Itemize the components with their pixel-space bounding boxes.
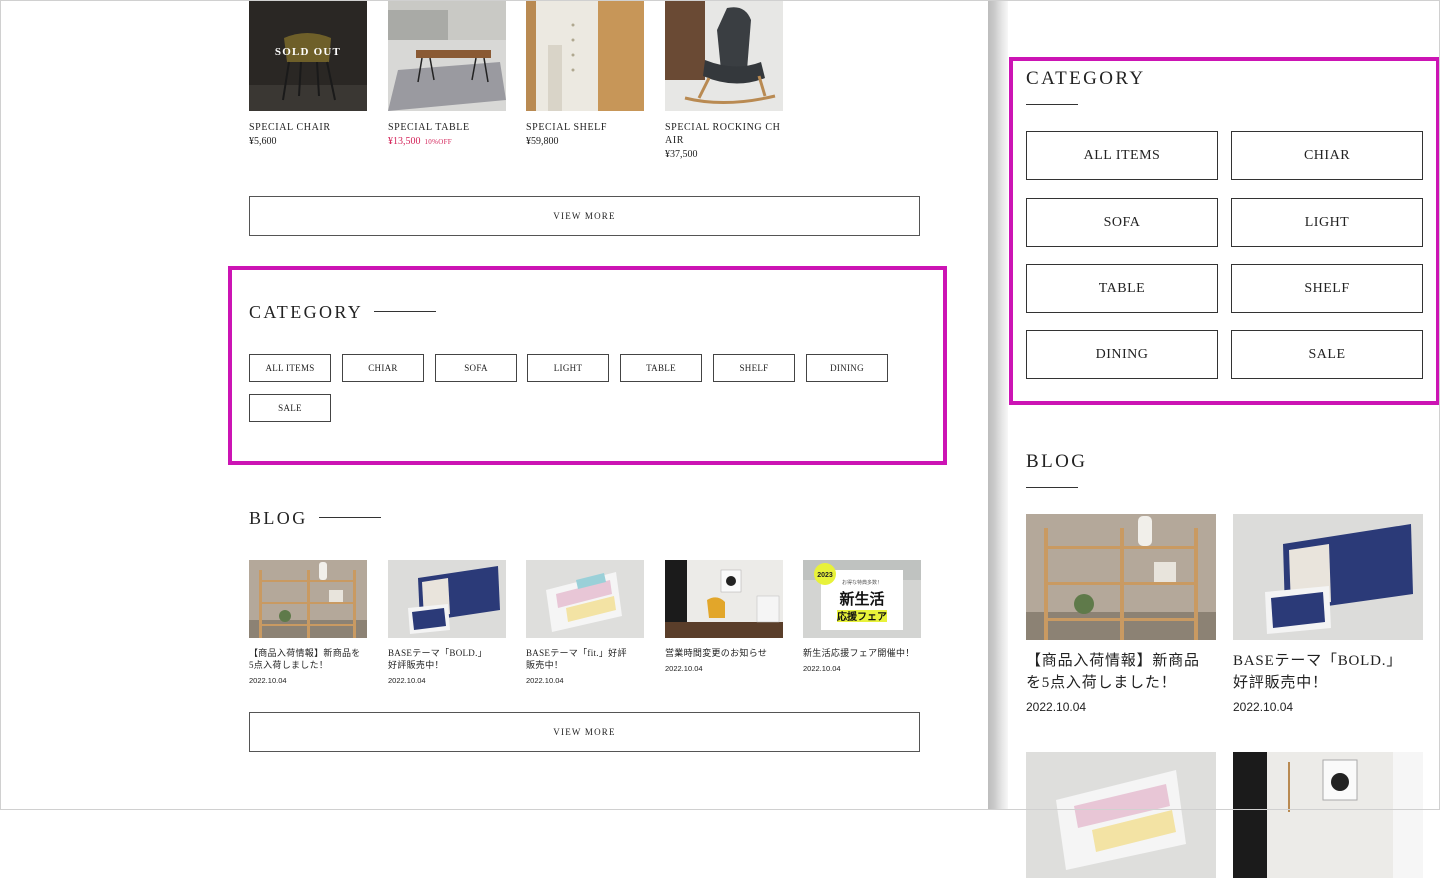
heading-rule (1026, 487, 1078, 488)
blog-title[interactable]: 【商品入荷情報】新商品を5点入荷しました！ (1026, 650, 1216, 694)
product-name[interactable]: SPECIAL TABLE (388, 121, 506, 134)
blog-title[interactable]: 営業時間変更のお知らせ (665, 647, 783, 659)
category-heading: CATEGORY (1026, 68, 1146, 89)
category-chiar-button[interactable]: CHIAR (1231, 131, 1423, 180)
blog-card[interactable] (1233, 752, 1423, 878)
blog-title-line: BASEテーマ「BOLD.」 (388, 648, 487, 658)
category-sofa-button[interactable]: SOFA (1026, 198, 1218, 247)
category-chiar-button[interactable]: CHIAR (342, 354, 424, 382)
product-price: ¥13,500 10%OFF (388, 136, 506, 147)
product-name-line: SPECIAL ROCKING CH (665, 122, 781, 133)
blog-title[interactable]: 新生活応援フェア開催中！ (803, 647, 921, 659)
blog-heading: BLOG (1026, 451, 1088, 472)
blog-card[interactable]: BASEテーマ「BOLD.」 好評販売中！ 2022.10.04 (388, 560, 506, 685)
blog-heading: BLOG (249, 508, 308, 528)
blog-image-fit-theme[interactable] (526, 560, 644, 638)
panel-divider (988, 0, 1008, 810)
blog-title-line: 販売中！ (526, 660, 564, 670)
category-sale-button[interactable]: SALE (249, 394, 331, 422)
category-table-button[interactable]: TABLE (1026, 264, 1218, 313)
blog-image-bold-theme[interactable] (1233, 514, 1423, 640)
blog-image-bold-theme[interactable] (388, 560, 506, 638)
category-light-button[interactable]: LIGHT (527, 354, 609, 382)
heading-rule (1026, 104, 1078, 105)
blog-card[interactable]: 【商品入荷情報】新商品を5点入荷しました！ 2022.10.04 (1026, 514, 1216, 714)
promo-main-text: 新生活 (839, 590, 884, 608)
sold-out-overlay: SOLD OUT (274, 46, 342, 58)
product-name[interactable]: SPECIAL ROCKING CH AIR (665, 121, 783, 147)
category-dining-button[interactable]: DINING (806, 354, 888, 382)
desktop-page-view: SOLD OUT SPECIAL CHAIR ¥5,600 SPECIAL TA… (0, 0, 988, 810)
product-image-chair[interactable]: SOLD OUT (249, 0, 367, 111)
category-sofa-button[interactable]: SOFA (435, 354, 517, 382)
blog-title[interactable]: 【商品入荷情報】新商品を 5点入荷しました！ (249, 647, 367, 671)
product-name-line: AIR (665, 135, 685, 146)
category-light-button[interactable]: LIGHT (1231, 198, 1423, 247)
mobile-page-view: CATEGORY ALL ITEMS CHIAR SOFA LIGHT TABL… (1008, 0, 1440, 878)
blog-image-shelf[interactable] (1026, 514, 1216, 640)
blog-date: 2022.10.04 (803, 664, 841, 673)
product-image-shelf[interactable] (526, 0, 644, 111)
blog-title-line: 5点入荷しました！ (249, 660, 329, 670)
category-table-button[interactable]: TABLE (620, 354, 702, 382)
blog-date: 2022.10.04 (1233, 700, 1294, 714)
category-dining-button[interactable]: DINING (1026, 330, 1218, 379)
blog-image-shelf[interactable] (249, 560, 367, 638)
category-shelf-button[interactable]: SHELF (1231, 264, 1423, 313)
blog-card[interactable]: BASEテーマ「fit.」好評 販売中！ 2022.10.04 (526, 560, 644, 685)
category-shelf-button[interactable]: SHELF (713, 354, 795, 382)
product-image-rocking-chair[interactable] (665, 0, 783, 111)
product-name[interactable]: SPECIAL SHELF (526, 121, 644, 134)
blog-title-line: 好評販売中！ (1233, 675, 1328, 691)
blog-title-line: を5点入荷しました！ (1026, 675, 1177, 691)
promo-sub-text: 応援フェア (837, 610, 887, 623)
blog-image-new-life-fair[interactable]: 2023 お得な特典多数！ 新生活 応援フェア (803, 560, 921, 638)
view-more-products-button[interactable]: VIEW MORE (249, 196, 920, 236)
product-card[interactable]: SPECIAL TABLE ¥13,500 10%OFF (388, 0, 506, 147)
view-more-blog-button[interactable]: VIEW MORE (249, 712, 920, 752)
blog-card[interactable]: 営業時間変更のお知らせ 2022.10.04 (665, 560, 783, 673)
blog-date: 2022.10.04 (1026, 700, 1087, 714)
blog-date: 2022.10.04 (665, 664, 703, 673)
promo-small-text: お得な特典多数！ (842, 579, 882, 586)
heading-rule (374, 311, 436, 312)
blog-title-line: 好評販売中！ (388, 660, 444, 670)
blog-date: 2022.10.04 (249, 676, 287, 685)
product-price: ¥5,600 (249, 136, 277, 147)
blog-title[interactable]: BASEテーマ「fit.」好評 販売中！ (526, 647, 644, 671)
blog-card[interactable]: BASEテーマ「BOLD.」 好評販売中！ 2022.10.04 (1233, 514, 1423, 714)
product-card[interactable]: SOLD OUT SPECIAL CHAIR ¥5,600 (249, 0, 367, 147)
blog-title[interactable]: BASEテーマ「BOLD.」 好評販売中！ (388, 647, 506, 671)
heading-rule (319, 517, 381, 518)
category-all-items-button[interactable]: ALL ITEMS (249, 354, 331, 382)
product-image-table[interactable] (388, 0, 506, 111)
product-price: ¥37,500 (665, 149, 698, 160)
blog-title-line: BASEテーマ「BOLD.」 (1233, 653, 1403, 669)
promo-year: 2023 (817, 572, 833, 579)
blog-card[interactable]: 【商品入荷情報】新商品を 5点入荷しました！ 2022.10.04 (249, 560, 367, 685)
product-name[interactable]: SPECIAL CHAIR (249, 121, 367, 134)
category-sale-button[interactable]: SALE (1231, 330, 1423, 379)
category-heading: CATEGORY (249, 302, 364, 322)
discount-badge: 10%OFF (424, 138, 452, 146)
product-card[interactable]: SPECIAL SHELF ¥59,800 (526, 0, 644, 147)
blog-title-line: BASEテーマ「fit.」好評 (526, 648, 627, 658)
sale-price: ¥13,500 (388, 136, 421, 147)
blog-card[interactable]: 2023 お得な特典多数！ 新生活 応援フェア 新生活応援フェア開催中！ 202… (803, 560, 921, 673)
blog-image-interior[interactable] (1233, 752, 1423, 878)
blog-title-line: 【商品入荷情報】新商品を (249, 648, 361, 658)
product-card[interactable]: SPECIAL ROCKING CH AIR ¥37,500 (665, 0, 783, 160)
blog-date: 2022.10.04 (526, 676, 564, 685)
product-price: ¥59,800 (526, 136, 559, 147)
blog-date: 2022.10.04 (388, 676, 426, 685)
category-all-items-button[interactable]: ALL ITEMS (1026, 131, 1218, 180)
blog-title-line: 【商品入荷情報】新商品 (1026, 653, 1200, 669)
blog-image-interior[interactable] (665, 560, 783, 638)
blog-title[interactable]: BASEテーマ「BOLD.」 好評販売中！ (1233, 650, 1423, 694)
blog-card[interactable] (1026, 752, 1216, 878)
blog-image-fit-theme[interactable] (1026, 752, 1216, 878)
